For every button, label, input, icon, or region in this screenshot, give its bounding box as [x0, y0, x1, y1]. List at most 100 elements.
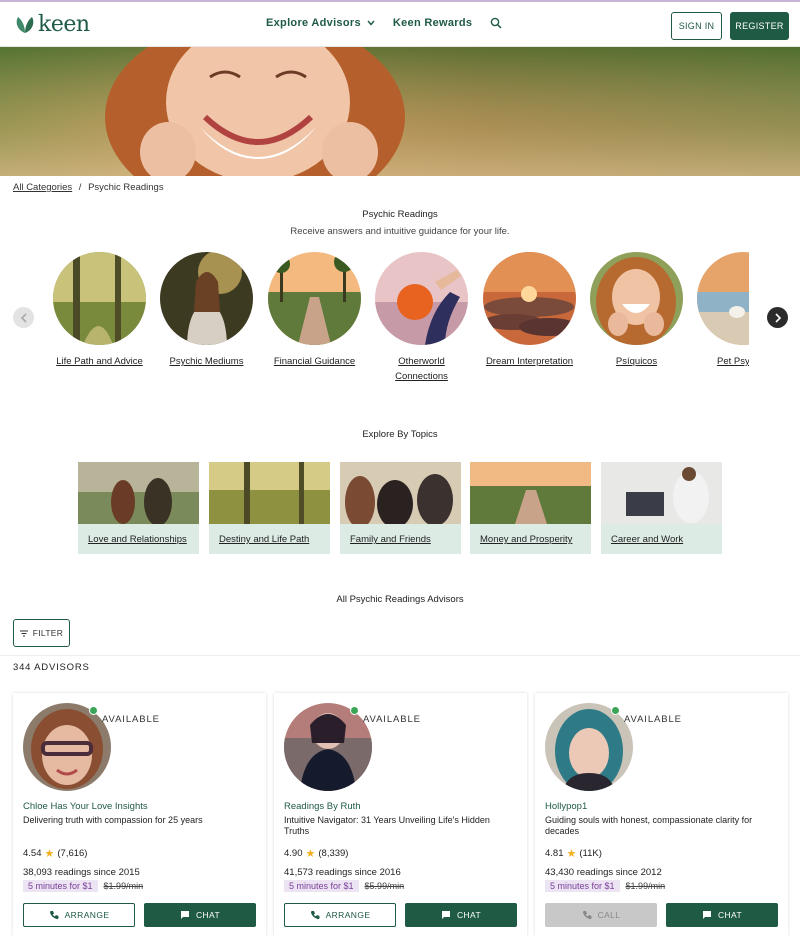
category-life-path[interactable]: Life Path and Advice: [46, 252, 153, 369]
topic-money-prosperity[interactable]: Money and Prosperity: [470, 462, 591, 554]
advisor-card[interactable]: AVAILABLE Chloe Has Your Love Insights D…: [13, 693, 266, 936]
category-financial-guidance-label: Financial Guidance: [273, 356, 356, 367]
avatar[interactable]: [284, 703, 372, 791]
category-pet-psychic-image: [697, 252, 749, 345]
divider: [0, 655, 800, 656]
filter-button[interactable]: FILTER: [13, 619, 70, 647]
category-otherworld-connections[interactable]: Otherworld Connections: [368, 252, 475, 384]
register-button[interactable]: REGISTER: [730, 12, 789, 40]
advisor-card[interactable]: AVAILABLE Readings By Ruth Intuitive Nav…: [274, 693, 527, 936]
topic-career-image: [601, 462, 722, 524]
category-psiquicos-label: Psíquicos: [615, 356, 658, 367]
carousel-prev-button[interactable]: [13, 307, 34, 328]
nav-keen-rewards[interactable]: Keen Rewards: [393, 17, 472, 29]
topic-family-label: Family and Friends: [350, 534, 431, 545]
call-button[interactable]: CALL: [545, 903, 657, 927]
category-otherworld-connections-image: [375, 252, 468, 345]
category-life-path-label: Life Path and Advice: [56, 356, 143, 367]
chat-button[interactable]: CHAT: [144, 903, 256, 927]
category-otherworld-connections-label: Otherworld Connections: [368, 354, 475, 384]
availability-status: AVAILABLE: [624, 714, 682, 725]
availability-status: AVAILABLE: [102, 714, 160, 725]
regular-price: $1.99/min: [103, 881, 144, 891]
promo-badge: 5 minutes for $1: [284, 880, 359, 892]
arrange-button[interactable]: ARRANGE: [284, 903, 396, 927]
breadcrumb-separator: /: [78, 182, 82, 193]
topic-career-work[interactable]: Career and Work: [601, 462, 722, 554]
chat-button[interactable]: CHAT: [405, 903, 517, 927]
advisors-title: All Psychic Readings Advisors: [336, 594, 464, 605]
advisor-name[interactable]: Hollypop1: [545, 801, 587, 812]
advisor-card[interactable]: AVAILABLE Hollypop1 Guiding souls with h…: [535, 693, 788, 936]
promo-row: 5 minutes for $1 $1.99/min: [545, 880, 665, 892]
chat-icon: [441, 911, 450, 919]
avatar[interactable]: [545, 703, 633, 791]
advisor-count: 344 ADVISORS: [13, 662, 90, 673]
advisor-rating: 4.54 ★ (7,616): [23, 847, 87, 860]
star-icon: ★: [566, 848, 577, 860]
category-dream-interpretation-label: Dream Interpretation: [485, 356, 574, 367]
rating-value: 4.90: [284, 848, 303, 859]
category-dream-interpretation-image: [483, 252, 576, 345]
arrange-button-label: ARRANGE: [325, 910, 371, 920]
promo-row: 5 minutes for $1 $5.99/min: [284, 880, 404, 892]
chat-button-label: CHAT: [717, 910, 743, 920]
phone-icon: [310, 911, 320, 920]
topic-love-image: [78, 462, 199, 526]
advisor-name[interactable]: Chloe Has Your Love Insights: [23, 801, 148, 812]
topic-love-label: Love and Relationships: [88, 534, 187, 545]
category-dream-interpretation[interactable]: Dream Interpretation: [476, 252, 583, 369]
regular-price: $1.99/min: [625, 881, 666, 891]
topic-destiny-image: [209, 462, 330, 524]
category-psiquicos[interactable]: Psíquicos: [583, 252, 690, 369]
hero-banner-image: [0, 47, 800, 176]
breadcrumb: All Categories / Psychic Readings: [13, 182, 164, 193]
chat-button-label: CHAT: [456, 910, 482, 920]
advisor-tagline: Intuitive Navigator: 31 Years Unveiling …: [284, 815, 490, 836]
main-nav: Explore Advisors Keen Rewards: [266, 17, 502, 29]
arrange-button[interactable]: ARRANGE: [23, 903, 135, 927]
leaf-logo-icon: [16, 16, 34, 33]
keen-logo[interactable]: keen: [14, 12, 90, 37]
search-icon[interactable]: [490, 17, 502, 29]
advisor-name[interactable]: Readings By Ruth: [284, 801, 361, 812]
filter-label: FILTER: [32, 628, 64, 638]
phone-icon: [49, 911, 59, 920]
topic-family-image: [340, 462, 461, 528]
chat-icon: [180, 911, 189, 919]
promo-badge: 5 minutes for $1: [23, 880, 98, 892]
category-financial-guidance[interactable]: Financial Guidance: [261, 252, 368, 369]
category-otherworld-label-line1: Otherworld: [398, 356, 445, 367]
chevron-left-icon: [20, 312, 27, 323]
category-psychic-mediums[interactable]: Psychic Mediums: [153, 252, 260, 369]
category-pet-psychic[interactable]: Pet Psy: [690, 252, 749, 369]
breadcrumb-current: Psychic Readings: [88, 182, 164, 193]
carousel-next-button[interactable]: [767, 307, 788, 328]
promo-row: 5 minutes for $1 $1.99/min: [23, 880, 143, 892]
star-icon: ★: [305, 848, 316, 860]
logo-text: keen: [38, 12, 90, 37]
nav-explore-advisors[interactable]: Explore Advisors: [266, 17, 375, 29]
call-button-label: CALL: [597, 910, 621, 920]
topic-family-friends[interactable]: Family and Friends: [340, 462, 461, 554]
categories-subtitle: Receive answers and intuitive guidance f…: [290, 226, 510, 237]
advisor-tagline: Delivering truth with compassion for 25 …: [23, 815, 203, 825]
category-carousel: Life Path and Advice Psychic Mediums Fin…: [0, 252, 800, 392]
rating-value: 4.81: [545, 848, 564, 859]
avatar[interactable]: [23, 703, 111, 791]
chat-button[interactable]: CHAT: [666, 903, 778, 927]
online-status-dot: [89, 706, 98, 715]
chevron-right-icon: [774, 312, 781, 323]
categories-title: Psychic Readings: [362, 209, 438, 220]
topic-money-image: [470, 462, 591, 524]
topic-money-label: Money and Prosperity: [480, 534, 573, 545]
nav-explore-advisors-label: Explore Advisors: [266, 17, 361, 29]
topic-love-relationships[interactable]: Love and Relationships: [78, 462, 199, 554]
site-header: keen Explore Advisors Keen Rewards SIGN …: [0, 2, 800, 47]
category-psiquicos-image: [590, 252, 683, 345]
breadcrumb-all-categories[interactable]: All Categories: [13, 182, 72, 193]
rating-value: 4.54: [23, 848, 42, 859]
sign-in-button[interactable]: SIGN IN: [671, 12, 722, 40]
topic-destiny-life-path[interactable]: Destiny and Life Path: [209, 462, 330, 554]
readings-since: 38,093 readings since 2015: [23, 867, 140, 878]
